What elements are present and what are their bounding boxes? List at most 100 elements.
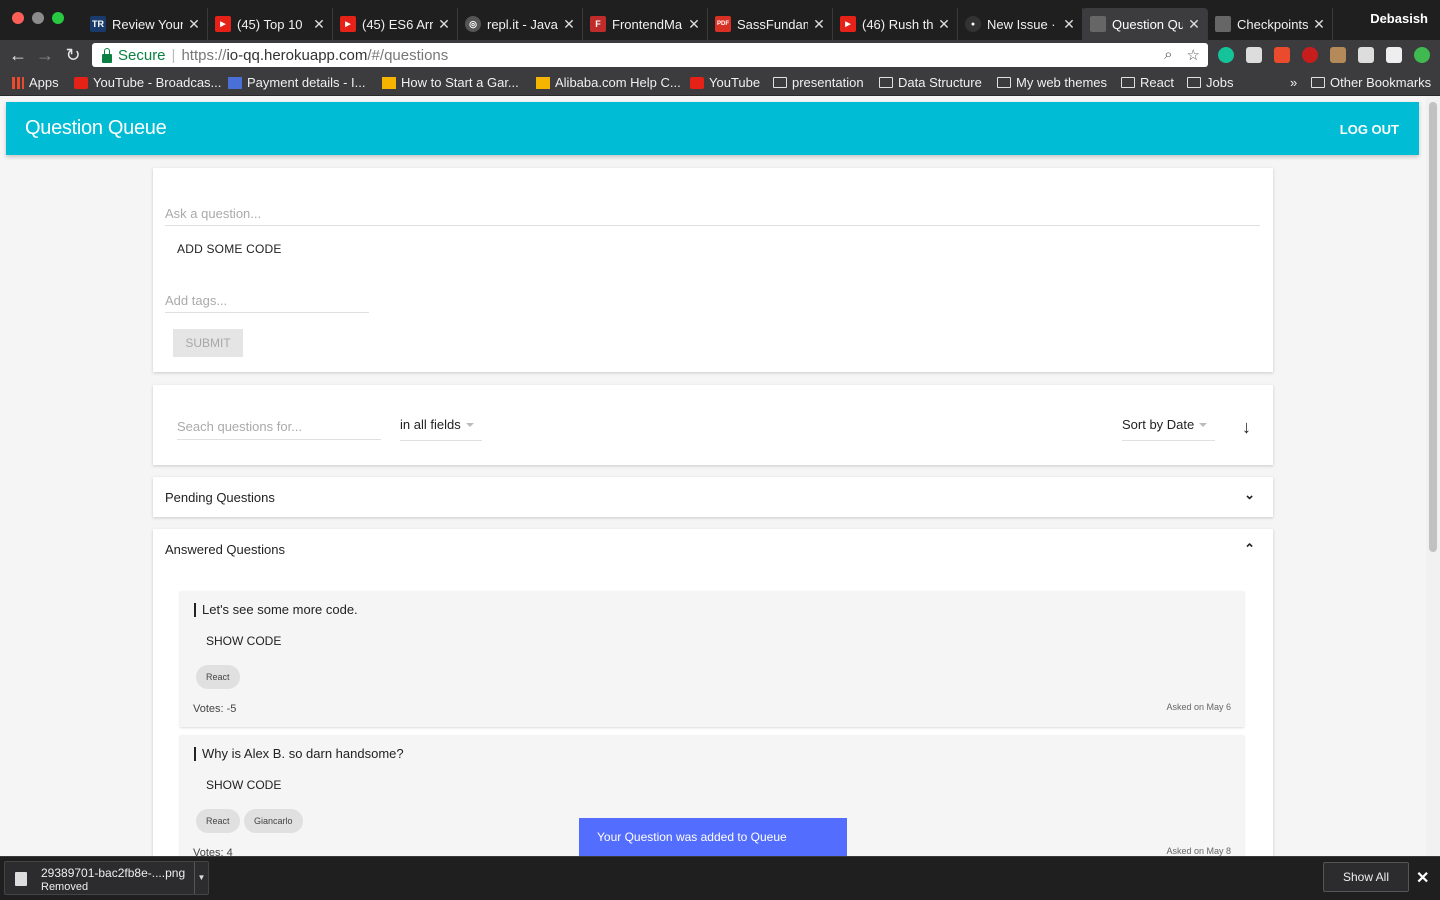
tab-title: SassFundam	[737, 16, 808, 32]
bookmark-item[interactable]: YouTube	[690, 75, 760, 90]
bookmark-folder[interactable]: React	[1121, 75, 1174, 90]
back-arrow-icon[interactable]: ←	[8, 45, 28, 65]
pdf-favicon-icon: PDF	[715, 16, 731, 32]
pending-questions-panel[interactable]: Pending Questions ⌄	[153, 477, 1273, 517]
tab-close-icon[interactable]: ✕	[1312, 16, 1326, 33]
show-all-downloads-button[interactable]: Show All	[1323, 862, 1409, 892]
answered-title[interactable]: Answered Questions	[165, 542, 285, 557]
page-icon	[228, 76, 242, 89]
youtube-favicon-icon: ▶	[840, 16, 856, 32]
reload-icon[interactable]: ↻	[63, 45, 83, 65]
download-menu-caret-icon[interactable]: ▼	[194, 862, 208, 894]
chevron-up-icon[interactable]: ⌃	[1244, 541, 1255, 557]
bookmark-folder[interactable]: Data Structure	[879, 75, 982, 90]
bookmark-item[interactable]: Alibaba.com Help C...	[536, 75, 681, 90]
bookmark-item[interactable]: YouTube - Broadcas...	[74, 75, 221, 90]
submit-button[interactable]: SUBMIT	[173, 329, 243, 357]
bookmark-icon	[382, 76, 396, 89]
star-icon[interactable]: ☆	[1187, 46, 1200, 64]
bookmark-label: How to Start a Gar...	[401, 75, 519, 90]
bookmarks-overflow-button[interactable]: »	[1290, 75, 1297, 90]
browser-tab[interactable]: ▶ (45) Top 10 ✕	[207, 8, 333, 40]
browser-tab[interactable]: TR Review Your ✕	[82, 8, 208, 40]
tag-chip[interactable]: React	[196, 809, 240, 833]
address-bar[interactable]: Secure | https:// io-qq.herokuapp.com /#…	[92, 43, 1208, 67]
tags-input[interactable]: Add tags...	[165, 293, 369, 313]
browser-tab[interactable]: ● New Issue · G ✕	[957, 8, 1083, 40]
tab-close-icon[interactable]: ✕	[812, 16, 826, 33]
other-bookmarks[interactable]: Other Bookmarks	[1311, 75, 1431, 90]
tab-title: (46) Rush th	[862, 16, 933, 32]
extension-icon[interactable]	[1330, 47, 1346, 63]
tab-title: (45) ES6 Arr	[362, 16, 433, 32]
show-code-button[interactable]: SHOW CODE	[206, 634, 281, 648]
browser-tab[interactable]: PDF SassFundam ✕	[707, 8, 833, 40]
browser-tab-active[interactable]: Question Qu ✕	[1082, 8, 1208, 40]
bookmark-apps[interactable]: Apps	[12, 75, 59, 90]
profile-name[interactable]: Debasish	[1370, 11, 1428, 26]
extension-icon[interactable]	[1386, 47, 1402, 63]
tag-chip[interactable]: React	[196, 665, 240, 689]
sort-direction-arrow-icon[interactable]: ↓	[1242, 417, 1251, 438]
logout-button[interactable]: LOG OUT	[1340, 122, 1399, 137]
tag-chip[interactable]: Giancarlo	[244, 809, 303, 833]
tab-close-icon[interactable]: ✕	[687, 16, 701, 33]
show-code-button[interactable]: SHOW CODE	[206, 778, 281, 792]
field-filter-select[interactable]: in all fields	[400, 417, 482, 441]
chat-extension-icon[interactable]	[1246, 47, 1262, 63]
bookmark-folder[interactable]: My web themes	[997, 75, 1107, 90]
tab-close-icon[interactable]: ✕	[937, 16, 951, 33]
search-input[interactable]: Seach questions for...	[177, 419, 381, 440]
browser-tab[interactable]: ◎ repl.it - Java ✕	[457, 8, 583, 40]
browser-tab[interactable]: ▶ (45) ES6 Arr ✕	[332, 8, 458, 40]
bookmark-label: Data Structure	[898, 75, 982, 90]
add-code-button[interactable]: ADD SOME CODE	[177, 242, 282, 256]
tab-close-icon[interactable]: ✕	[437, 16, 451, 33]
replit-favicon-icon: ◎	[465, 16, 481, 32]
browser-tab[interactable]: F FrontendMa ✕	[582, 8, 708, 40]
mail-extension-icon[interactable]	[1358, 47, 1374, 63]
bookmark-label: Payment details - I...	[247, 75, 366, 90]
tab-close-icon[interactable]: ✕	[562, 16, 576, 33]
tab-close-icon[interactable]: ✕	[187, 16, 201, 33]
bookmark-label: YouTube	[709, 75, 761, 90]
bookmark-folder[interactable]: presentation	[773, 75, 864, 90]
bookmark-item[interactable]: Payment details - I...	[228, 75, 366, 90]
question-input[interactable]: Ask a question...	[165, 206, 1260, 226]
chevron-down-icon[interactable]: ⌄	[1244, 487, 1255, 503]
tab-close-icon[interactable]: ✕	[312, 16, 326, 33]
bookmark-label: Apps	[29, 75, 59, 90]
page-favicon-icon	[1215, 16, 1231, 32]
bookmark-icon	[536, 76, 550, 89]
window-minimize-button[interactable]	[32, 12, 44, 24]
adblock-extension-icon[interactable]	[1302, 47, 1318, 63]
bookmark-item[interactable]: How to Start a Gar...	[382, 75, 519, 90]
download-item[interactable]: 29389701-bac2fb8e-....png Removed ▼	[4, 861, 209, 895]
zoom-icon[interactable]: ⌕	[1164, 46, 1172, 64]
tab-close-icon[interactable]: ✕	[1187, 16, 1201, 33]
tab-title: repl.it - Java	[487, 16, 558, 32]
page-scrollbar[interactable]	[1426, 96, 1440, 856]
sort-select[interactable]: Sort by Date	[1122, 417, 1215, 441]
asked-date: Asked on May 8	[1166, 846, 1231, 856]
tr-favicon-icon: TR	[90, 16, 106, 32]
scrollbar-thumb[interactable]	[1429, 102, 1437, 552]
url-scheme: https://	[181, 46, 227, 64]
update-extension-icon[interactable]	[1414, 47, 1430, 63]
window-zoom-button[interactable]	[52, 12, 64, 24]
page-favicon-icon	[1090, 16, 1106, 32]
page-viewport: Question Queue LOG OUT Ask a question...…	[0, 96, 1426, 856]
tab-close-icon[interactable]: ✕	[1062, 16, 1076, 33]
youtube-icon	[74, 76, 88, 89]
forward-arrow-icon[interactable]: →	[35, 45, 55, 65]
grammarly-extension-icon[interactable]	[1218, 47, 1234, 63]
close-shelf-icon[interactable]: ✕	[1416, 868, 1429, 888]
downloads-shelf: 29389701-bac2fb8e-....png Removed ▼ Show…	[0, 856, 1440, 900]
bookmark-extension-icon[interactable]	[1274, 47, 1290, 63]
app-title: Question Queue	[25, 117, 167, 139]
sort-value: Sort by Date	[1122, 417, 1195, 432]
browser-tab[interactable]: Checkpoints ✕	[1207, 8, 1333, 40]
browser-tab[interactable]: ▶ (46) Rush th ✕	[832, 8, 958, 40]
bookmark-folder[interactable]: Jobs	[1187, 75, 1233, 90]
window-close-button[interactable]	[12, 12, 24, 24]
